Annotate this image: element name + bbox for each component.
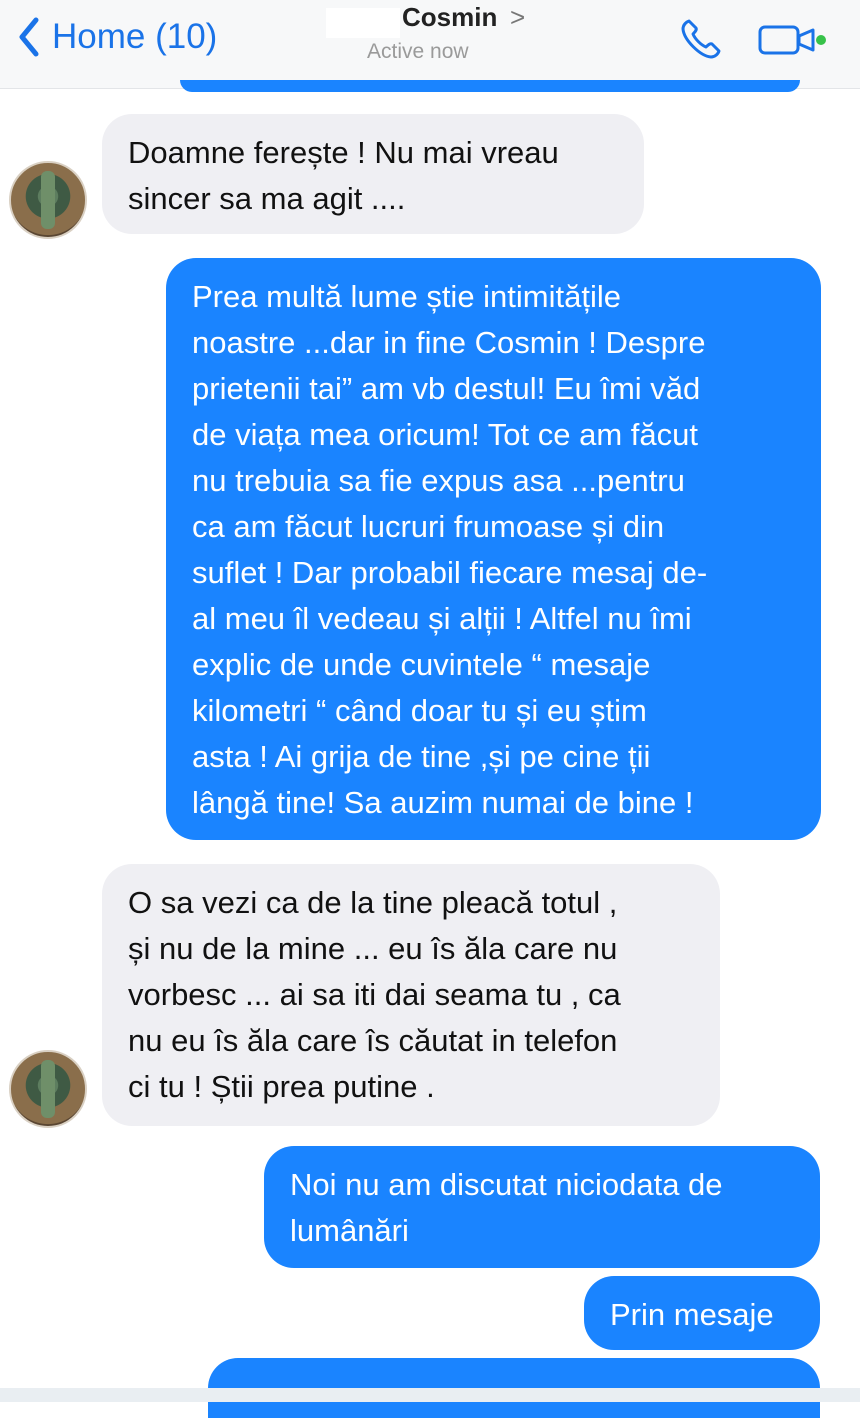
phone-icon[interactable]	[676, 14, 726, 64]
incoming-message[interactable]: Doamne ferește ! Nu mai vreau sincer sa …	[102, 114, 644, 234]
composer-edge	[0, 1388, 860, 1402]
outgoing-message[interactable]: Prin mesaje	[584, 1276, 820, 1350]
outgoing-message[interactable]: Noi nu am discutat niciodata de lumânări	[264, 1146, 820, 1268]
conversation-header: Home (10) Cosmin > Active now	[0, 0, 860, 89]
active-status: Active now	[367, 40, 469, 63]
contact-avatar[interactable]	[9, 1050, 87, 1128]
back-label: Home (10)	[52, 17, 218, 56]
outgoing-message[interactable]: Prea multă lume știe intimitățile noastr…	[166, 258, 821, 840]
back-button[interactable]: Home (10)	[14, 14, 217, 60]
previous-message-bottom	[180, 80, 800, 92]
chevron-left-icon	[19, 17, 39, 57]
contact-name[interactable]: Cosmin	[402, 2, 497, 33]
contact-details-chevron[interactable]: >	[510, 2, 525, 33]
contact-avatar[interactable]	[9, 161, 87, 239]
message-thread[interactable]: Doamne ferește ! Nu mai vreau sincer sa …	[0, 92, 860, 1418]
video-camera-icon[interactable]	[757, 20, 829, 60]
redaction-box	[326, 8, 400, 38]
incoming-message[interactable]: O sa vezi ca de la tine pleacă totul , ș…	[102, 864, 720, 1126]
